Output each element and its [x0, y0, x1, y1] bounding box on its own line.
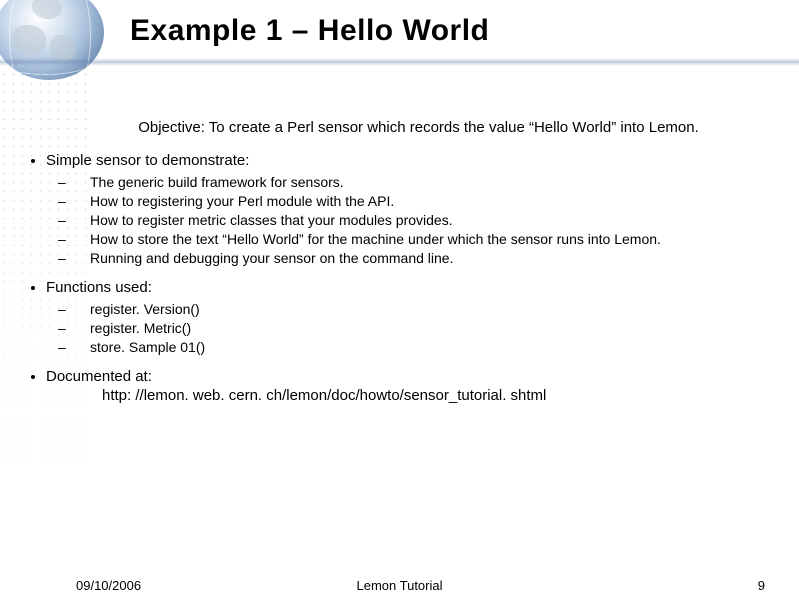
bullet-simple: Simple sensor to demonstrate: The generi… — [46, 151, 775, 268]
functions-sublist: register. Version() register. Metric() s… — [74, 301, 775, 357]
simple-item: How to registering your Perl module with… — [74, 193, 775, 211]
simple-item: The generic build framework for sensors. — [74, 174, 775, 192]
objective-text: Objective: To create a Perl sensor which… — [62, 118, 775, 137]
documented-heading: Documented at: — [46, 368, 152, 385]
simple-item: Running and debugging your sensor on the… — [74, 250, 775, 268]
functions-item: store. Sample 01() — [74, 339, 775, 357]
globe-graphic — [0, 0, 104, 80]
slide-content: Objective: To create a Perl sensor which… — [24, 118, 775, 409]
functions-item: register. Metric() — [74, 320, 775, 338]
bullet-functions: Functions used: register. Version() regi… — [46, 278, 775, 357]
bullet-list: Simple sensor to demonstrate: The generi… — [28, 151, 775, 405]
bullet-functions-heading: Functions used: — [46, 279, 152, 296]
simple-sublist: The generic build framework for sensors.… — [74, 174, 775, 268]
bullet-documented: Documented at: http: //lemon. web. cern.… — [46, 367, 775, 405]
footer-page-number: 9 — [758, 578, 765, 593]
title-rule — [0, 58, 799, 66]
slide-title: Example 1 – Hello World — [130, 14, 489, 48]
simple-item: How to register metric classes that your… — [74, 212, 775, 230]
documented-link: http: //lemon. web. cern. ch/lemon/doc/h… — [102, 386, 775, 405]
bullet-simple-heading: Simple sensor to demonstrate: — [46, 152, 249, 169]
functions-item: register. Version() — [74, 301, 775, 319]
simple-item: How to store the text “Hello World” for … — [74, 231, 775, 249]
footer-center: Lemon Tutorial — [0, 578, 799, 593]
